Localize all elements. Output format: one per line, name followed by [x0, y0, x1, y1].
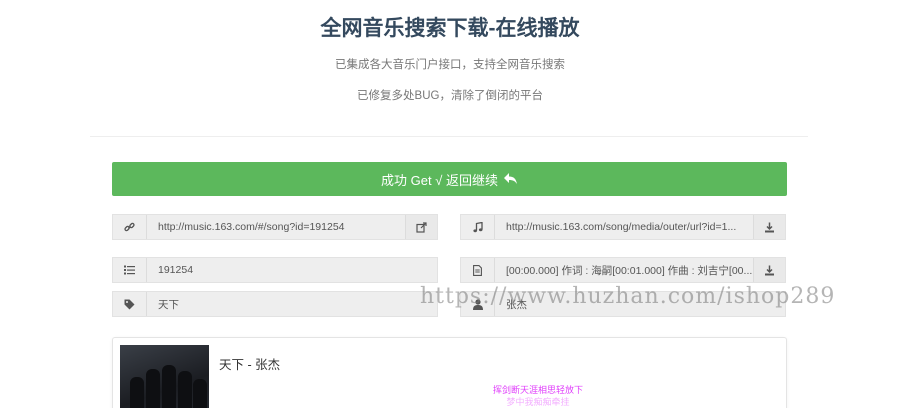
download-icon[interactable]	[753, 258, 785, 282]
song-id-value[interactable]: 191254	[147, 264, 437, 276]
header-divider	[90, 136, 808, 137]
music-note-icon	[461, 215, 495, 239]
success-return-label: 成功 Get √ 返回继续	[381, 172, 498, 188]
tag-icon	[113, 292, 147, 316]
lyrics-field[interactable]: [00:00.000] 作词 : 海嗣[00:01.000] 作曲 : 刘吉宁[…	[460, 257, 786, 283]
list-icon	[113, 258, 147, 282]
song-name-value[interactable]: 天下	[147, 297, 437, 312]
music-player: 天下 - 张杰 挥剑断天涯相思轻放下 梦中我痴痴牵挂	[112, 337, 787, 408]
page-subtitle-2: 已修复多处BUG，清除了倒闭的平台	[357, 90, 543, 102]
media-url-value[interactable]: http://music.163.com/song/media/outer/ur…	[495, 221, 753, 233]
document-icon	[461, 258, 495, 282]
page-title: 全网音乐搜索下载-在线播放	[320, 17, 580, 40]
external-link-icon[interactable]	[405, 215, 437, 239]
success-return-button[interactable]: 成功 Get √ 返回继续	[112, 162, 787, 196]
player-song-title: 天下 - 张杰	[219, 358, 281, 372]
media-url-field[interactable]: http://music.163.com/song/media/outer/ur…	[460, 214, 786, 240]
song-url-value[interactable]: http://music.163.com/#/song?id=191254	[147, 221, 405, 233]
link-icon	[113, 215, 147, 239]
song-url-field[interactable]: http://music.163.com/#/song?id=191254	[112, 214, 438, 240]
song-name-field[interactable]: 天下	[112, 291, 438, 317]
song-id-field[interactable]: 191254	[112, 257, 438, 283]
player-lyric-next: 梦中我痴痴牵挂	[506, 397, 570, 407]
watermark-text: https://www.huzhan.com/ishop289	[420, 284, 836, 309]
lyrics-value[interactable]: [00:00.000] 作词 : 海嗣[00:01.000] 作曲 : 刘吉宁[…	[495, 263, 753, 278]
reply-icon	[503, 173, 518, 185]
download-icon[interactable]	[753, 215, 785, 239]
page-subtitle-1: 已集成各大音乐门户接口，支持全网音乐搜索	[335, 59, 565, 71]
